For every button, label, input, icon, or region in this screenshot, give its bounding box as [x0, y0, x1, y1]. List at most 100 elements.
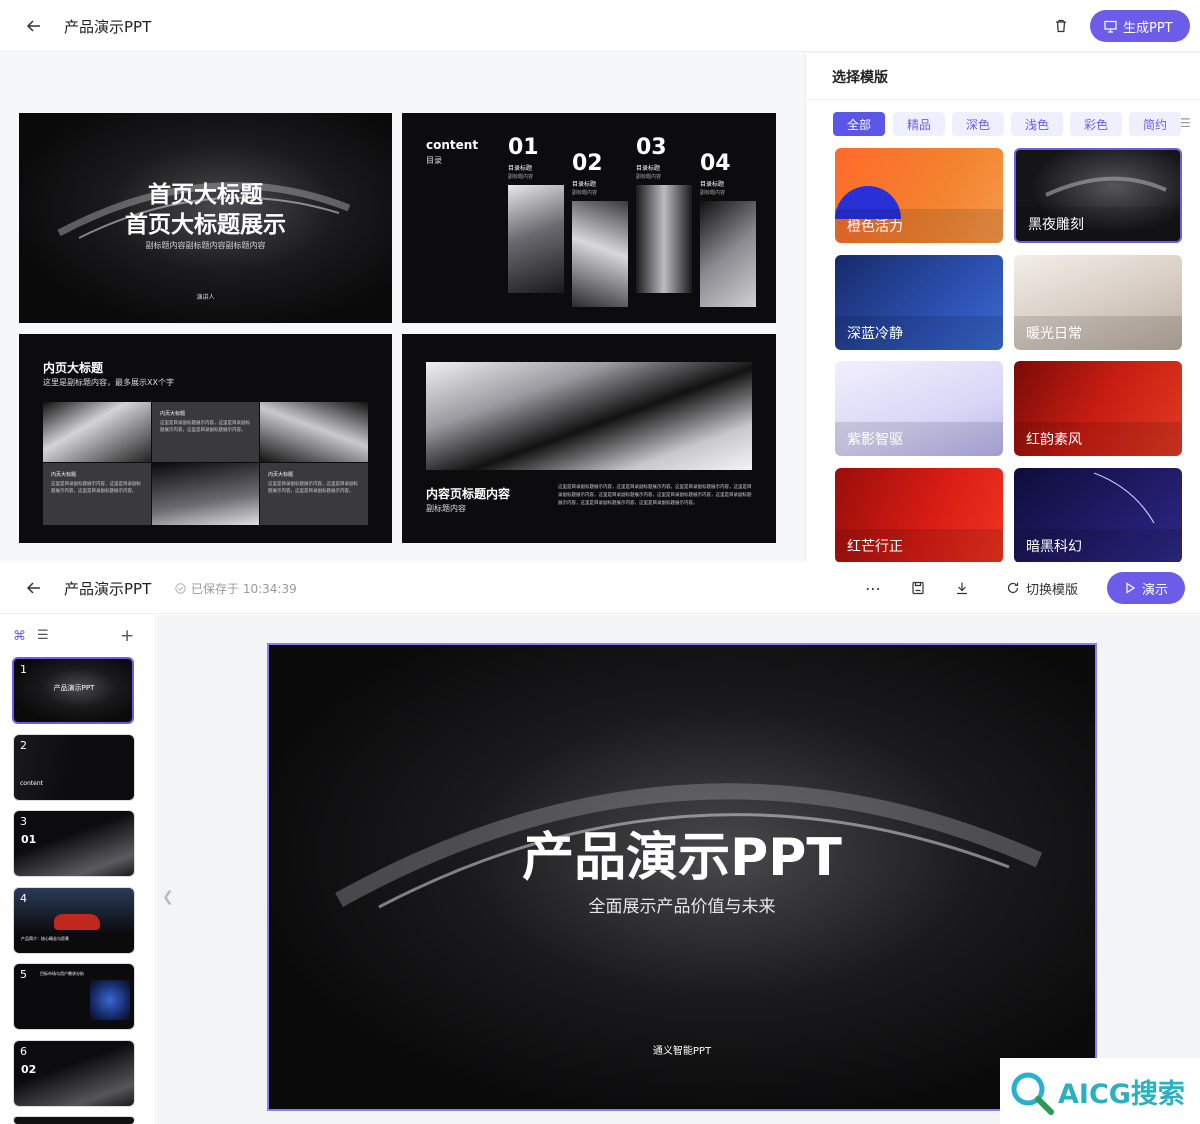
content-sub: 副标题内容: [426, 504, 466, 513]
inner-cell-title: 内页大标题: [51, 472, 77, 478]
template-label: 红芒行正: [835, 529, 1003, 563]
thumbnail-text: 01: [21, 833, 37, 846]
thumbnail-1[interactable]: 1 产品演示PPT: [12, 657, 134, 724]
tab-minimal[interactable]: 简约: [1129, 112, 1181, 136]
tab-all[interactable]: 全部: [833, 112, 885, 136]
editor-title: 产品演示PPT: [64, 580, 152, 598]
save-status-text: 已保存于 10:34:39: [191, 582, 297, 596]
toc-num-2: 02: [572, 151, 603, 176]
switch-template-label: 切换模版: [1026, 582, 1079, 598]
toc-sub-2: 副标题内容: [572, 190, 598, 196]
cover-subtitle: 副标题内容副标题内容副标题内容: [145, 241, 266, 250]
main-slide[interactable]: 产品演示PPT 全面展示产品价值与未来 通义智能PPT: [267, 643, 1097, 1111]
toc-num-3: 03: [636, 135, 667, 160]
template-card-warm[interactable]: 暖光日常: [1014, 255, 1182, 350]
presentation-icon: [1104, 20, 1117, 33]
thumbnail-7[interactable]: [13, 1116, 135, 1124]
trash-icon: [1056, 19, 1066, 33]
inner-image-2: [260, 402, 368, 462]
more-icon: ⋯: [865, 578, 881, 598]
divider: [806, 99, 1200, 100]
thumbnail-number: 5: [20, 968, 27, 981]
preview-slide-contents[interactable]: content 目录 01 目录标题 副标题内容 02 目录标题 副标题内容 0…: [402, 113, 776, 323]
thumbnail-4[interactable]: 4 产品简介：核心概念与愿景: [13, 887, 135, 954]
switch-template-button[interactable]: 切换模版: [996, 572, 1088, 604]
editor-back-button[interactable]: [19, 573, 49, 603]
thumbnail-text: content: [20, 780, 43, 787]
car-image: [54, 914, 100, 930]
tabs-menu-icon[interactable]: ☰: [1180, 116, 1191, 130]
toc-sub-1: 副标题内容: [508, 174, 534, 180]
template-label: 暖光日常: [1014, 316, 1182, 350]
thumbnail-text: 产品简介：核心概念与愿景: [21, 936, 69, 941]
more-button[interactable]: ⋯: [858, 573, 888, 603]
tab-premium[interactable]: 精品: [893, 112, 945, 136]
toc-sub-4: 副标题内容: [700, 190, 726, 196]
template-label: 黑夜雕刻: [1016, 207, 1180, 241]
thumbnail-3[interactable]: 3 01: [13, 810, 135, 877]
thumbnail-text: 产品演示PPT: [53, 684, 95, 692]
toc-image-1: [508, 185, 564, 293]
check-circle-icon: [175, 583, 186, 594]
thumbnail-text: 目标市场与用户需求分析: [40, 971, 84, 976]
toc-image-2: [572, 201, 628, 307]
download-button[interactable]: [947, 573, 977, 603]
refresh-icon: [1007, 582, 1019, 594]
template-label: 深蓝冷静: [835, 316, 1003, 350]
generate-ppt-label: 生成PPT: [1123, 20, 1173, 36]
thumbnail-number: 6: [20, 1045, 27, 1058]
thumbnail-6[interactable]: 6 02: [13, 1040, 135, 1107]
toc-title-2: 目录标题: [572, 181, 597, 188]
slide-thumbnails-panel: ⌘ ☰ + 1 产品演示PPT 2 content 3 01 4 产品简介：核心…: [0, 615, 156, 1124]
preview-slide-content[interactable]: 内容页标题内容 副标题内容 这里是目录副标题展示内容，这里是目录副标题展示内容，…: [402, 334, 776, 543]
generate-ppt-button[interactable]: 生成PPT: [1090, 10, 1190, 42]
content-title: 内容页标题内容: [426, 487, 511, 501]
grid-view-icon[interactable]: ⌘: [13, 629, 26, 644]
present-button[interactable]: 演示: [1107, 572, 1185, 604]
contents-sub: 目录: [426, 156, 442, 165]
template-card-purple[interactable]: 紫影智驱: [835, 361, 1003, 456]
slide-subtitle[interactable]: 全面展示产品价值与未来: [269, 892, 1095, 917]
toc-num-1: 01: [508, 135, 539, 160]
editor-header: 产品演示PPT 已保存于 10:34:39 ⋯ 切换模版 演示: [0, 562, 1200, 614]
tab-dark[interactable]: 深色: [952, 112, 1004, 136]
inner-cell-text: 这里是目录副标题展示内容，这里是目录副标题展示内容，这里是目录副标题展示内容。: [160, 421, 250, 433]
template-label: 暗黑科幻: [1014, 529, 1182, 563]
slide-footer[interactable]: 通义智能PPT: [269, 1042, 1095, 1057]
toc-sub-3: 副标题内容: [636, 174, 662, 180]
template-card-scifi[interactable]: 暗黑科幻: [1014, 468, 1182, 563]
save-button[interactable]: [903, 573, 933, 603]
inner-cell-2: 内页大标题 这里是目录副标题展示内容，这里是目录副标题展示内容，这里是目录副标题…: [43, 463, 151, 525]
save-icon: [912, 581, 924, 595]
list-view-icon[interactable]: ☰: [37, 628, 49, 643]
save-status: 已保存于 10:34:39: [175, 580, 297, 597]
cover-presenter: 演讲人: [196, 294, 215, 301]
slide-title[interactable]: 产品演示PPT: [269, 815, 1095, 890]
inner-cell-title: 内页大标题: [268, 472, 294, 478]
tab-light[interactable]: 浅色: [1011, 112, 1063, 136]
inner-title: 内页大标题: [43, 361, 104, 375]
slide-preview-grid: 首页大标题 首页大标题展示 副标题内容副标题内容副标题内容 演讲人 conten…: [0, 53, 804, 562]
thumbnail-5[interactable]: 5 目标市场与用户需求分析: [13, 963, 135, 1030]
tab-colorful[interactable]: 彩色: [1070, 112, 1122, 136]
preview-slide-inner[interactable]: 内页大标题 这里是副标题内容，最多展示XX个字 内页大标题 这里是目录副标题展示…: [19, 334, 392, 543]
inner-sub: 这里是副标题内容，最多展示XX个字: [43, 378, 174, 387]
content-hero-image: [426, 362, 752, 470]
preview-slide-cover[interactable]: 首页大标题 首页大标题展示 副标题内容副标题内容副标题内容 演讲人: [19, 113, 392, 323]
template-card-redrhyme[interactable]: 红韵素风: [1014, 361, 1182, 456]
inner-cell-text: 这里是目录副标题展示内容，这里是目录副标题展示内容，这里是目录副标题展示内容。: [51, 482, 141, 494]
collapse-panel-icon[interactable]: ❮: [162, 889, 174, 905]
template-card-night[interactable]: 黑夜雕刻: [1014, 148, 1182, 243]
cover-title-2: 首页大标题展示: [125, 212, 286, 238]
template-card-deepblue[interactable]: 深蓝冷静: [835, 255, 1003, 350]
template-card-orange[interactable]: 橙色活力: [835, 148, 1003, 243]
magnifier-icon: [1011, 1072, 1054, 1115]
thumbnail-text: 02: [21, 1063, 37, 1076]
thumbnail-2[interactable]: 2 content: [13, 734, 135, 801]
delete-button[interactable]: [1046, 11, 1076, 41]
add-slide-icon[interactable]: +: [120, 626, 134, 646]
present-label: 演示: [1141, 582, 1168, 598]
template-card-redglow[interactable]: 红芒行正: [835, 468, 1003, 563]
content-body: 这里是目录副标题展示内容，这里是目录副标题展示内容，这里是目录副标题展示内容，这…: [558, 485, 752, 506]
back-button[interactable]: [19, 11, 49, 41]
